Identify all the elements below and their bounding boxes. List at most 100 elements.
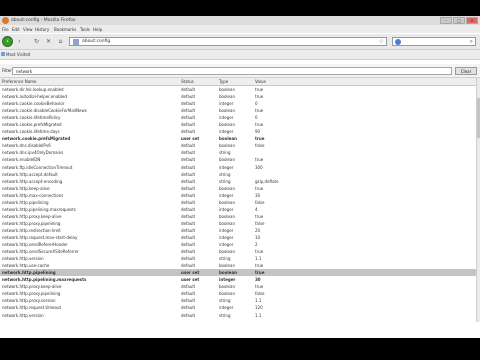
pref-name-cell: network.ftp.idleConnectionTimeout xyxy=(2,164,73,170)
pref-name-cell: network.http.sendRefererHeader xyxy=(2,242,68,248)
filter-input[interactable]: network xyxy=(12,67,452,75)
pref-name-cell: network.http.proxy.pipelining xyxy=(2,291,61,297)
table-row[interactable]: network.http.request.timeout default integ… xyxy=(0,304,476,311)
table-row[interactable]: network.http.sendSecureXSiteReferrer defa… xyxy=(0,248,476,255)
pref-name-cell: network.http.request.timeout xyxy=(2,305,62,311)
bookmarks-toolbar: Most Visited xyxy=(0,50,480,60)
table-row[interactable]: network.dns.ipv4OnlyDomains default string xyxy=(0,149,476,156)
pref-type-cell: integer xyxy=(219,129,234,135)
pref-type-cell: string xyxy=(219,178,231,184)
pref-name-cell: network.http.keep-alive xyxy=(2,185,50,191)
table-row[interactable]: network.autodial-helper.enabled default bo… xyxy=(0,93,476,100)
pref-type-cell: string xyxy=(219,298,231,304)
table-row[interactable]: network.http.keep-alive default boolean tru… xyxy=(0,185,476,192)
pref-status-cell: default xyxy=(181,143,196,149)
bookmark-star-icon[interactable]: ☆ xyxy=(379,38,384,45)
pref-name-cell: network.http.redirection-limit xyxy=(2,227,61,233)
bookmark-most-visited[interactable]: Most Visited xyxy=(6,52,30,57)
minimize-button[interactable]: – xyxy=(440,17,452,24)
pref-value-cell: true xyxy=(255,122,264,128)
menu-bookmarks[interactable]: Bookmarks xyxy=(54,27,76,32)
pref-value-cell: 30 xyxy=(255,192,261,198)
table-row[interactable]: network.http.pipelining default boolean fal… xyxy=(0,199,476,206)
pref-name-cell: network.http.pipelining xyxy=(2,270,56,276)
maximize-button[interactable]: □ xyxy=(453,17,465,24)
pref-value-cell: false xyxy=(255,143,265,149)
table-row[interactable]: network.http.proxy.pipelining default bool… xyxy=(0,220,476,227)
column-value[interactable]: Value xyxy=(255,79,266,84)
table-row[interactable]: network.http.max-connections default integ… xyxy=(0,192,476,199)
menu-history[interactable]: History xyxy=(35,27,49,32)
table-row[interactable]: network.http.accept.default default string xyxy=(0,171,476,178)
table-row[interactable]: network.http.pipelining.maxrequests user … xyxy=(0,276,476,283)
pref-status-cell: default xyxy=(181,242,196,248)
pref-name-cell: network.http.proxy.pipelining xyxy=(2,220,61,226)
table-row[interactable]: network.cookie.prefsMigrated default boole… xyxy=(0,121,476,128)
back-button[interactable]: ‹ xyxy=(2,36,13,47)
clear-button[interactable]: Clear xyxy=(455,67,477,75)
pref-status-cell: default xyxy=(181,108,196,114)
stop-button[interactable]: ✕ xyxy=(44,37,53,46)
pref-name-cell: network.dir.lnk.lookup.enabled xyxy=(2,87,64,92)
table-row[interactable]: network.http.version default string 1.1 xyxy=(0,312,476,319)
pref-type-cell: boolean xyxy=(219,87,235,92)
table-row[interactable]: network.cookie.prefsMigrated user set bool… xyxy=(0,135,476,142)
menu-file[interactable]: File xyxy=(2,27,9,32)
close-button[interactable]: × xyxy=(466,17,478,24)
table-row[interactable]: network.cookie.cookieBehavior default inte… xyxy=(0,100,476,107)
pref-value-cell: true xyxy=(255,157,264,163)
table-row[interactable]: network.cookie.lifetimePolicy default inte… xyxy=(0,114,476,121)
window-title: about:config - Mozilla Firefox xyxy=(11,18,76,23)
menu-help[interactable]: Help xyxy=(93,27,102,32)
search-icon[interactable]: ⌕ xyxy=(470,38,473,46)
table-row[interactable]: network.http.version default string 1.1 xyxy=(0,255,476,262)
pref-name-cell: network.http.pipelining.maxrequests xyxy=(2,277,87,283)
pref-name-cell: network.http.pipelining xyxy=(2,199,49,205)
menu-tools[interactable]: Tools xyxy=(80,27,90,32)
pref-name-cell: network.dns.ipv4OnlyDomains xyxy=(2,150,64,156)
table-row[interactable]: network.enableIDN default boolean true xyxy=(0,156,476,163)
pref-status-cell: default xyxy=(181,220,196,226)
pref-value-cell: true xyxy=(255,213,264,219)
pref-name-cell: network.http.proxy.keep-alive xyxy=(2,213,62,219)
pref-value-cell: 1.1 xyxy=(255,256,262,262)
column-preference-name[interactable]: Preference Name xyxy=(2,79,37,84)
table-row[interactable]: network.http.proxy.version default string 1… xyxy=(0,297,476,304)
table-row[interactable]: network.http.proxy.keep-alive default bool… xyxy=(0,213,476,220)
table-row[interactable]: network.dns.disableIPv6 default boolean fal… xyxy=(0,142,476,149)
table-row[interactable]: network.http.redirection-limit default int… xyxy=(0,227,476,234)
table-row[interactable]: network.cookie.disableCookieForMailNews d… xyxy=(0,107,476,114)
table-row[interactable]: network.cookie.lifetime.days default integ… xyxy=(0,128,476,135)
pref-value-cell: true xyxy=(255,270,265,276)
pref-type-cell: integer xyxy=(219,242,234,248)
menu-edit[interactable]: Edit xyxy=(12,27,20,32)
table-row[interactable]: network.dir.lnk.lookup.enabled default boo… xyxy=(0,86,476,93)
table-row[interactable]: network.http.sendRefererHeader default int… xyxy=(0,241,476,248)
table-row[interactable]: network.http.proxy.pipelining default bool… xyxy=(0,290,476,297)
table-row[interactable]: network.ftp.idleConnectionTimeout default… xyxy=(0,164,476,171)
menu-view[interactable]: View xyxy=(23,27,33,32)
table-row[interactable]: network.http.use-cache default boolean true xyxy=(0,262,476,269)
table-row[interactable]: network.http.proxy.keep-alive default bool… xyxy=(0,283,476,290)
pref-status-cell: default xyxy=(181,185,196,191)
home-button[interactable]: ⌂ xyxy=(56,37,65,46)
pref-name-cell: network.http.use-cache xyxy=(2,263,50,269)
url-bar[interactable]: about:config ☆ xyxy=(69,37,387,46)
table-row[interactable]: network.http.accept-encoding default strin… xyxy=(0,178,476,185)
column-status[interactable]: Status xyxy=(181,79,194,84)
pref-value-cell: 2 xyxy=(255,242,258,248)
pref-value-cell: 120 xyxy=(255,305,263,311)
pref-type-cell: integer xyxy=(219,206,234,212)
table-row[interactable]: network.http.pipelining.maxrequests defau… xyxy=(0,206,476,213)
reload-button[interactable]: ↻ xyxy=(32,37,41,46)
pref-type-cell: boolean xyxy=(219,263,235,269)
search-box[interactable]: ⌕ xyxy=(392,37,476,46)
filter-bar: Filter: network Clear xyxy=(0,64,480,78)
table-row[interactable]: network.http.pipelining user set boolean tr… xyxy=(0,269,476,277)
search-engine-icon[interactable] xyxy=(395,39,401,45)
preferences-table: Preference Name Status Type Value networ… xyxy=(0,78,476,319)
column-type[interactable]: Type xyxy=(219,79,228,84)
vertical-scrollbar[interactable] xyxy=(476,78,480,322)
forward-button[interactable]: › xyxy=(15,37,24,46)
table-row[interactable]: network.http.request.max-start-delay defa… xyxy=(0,234,476,241)
